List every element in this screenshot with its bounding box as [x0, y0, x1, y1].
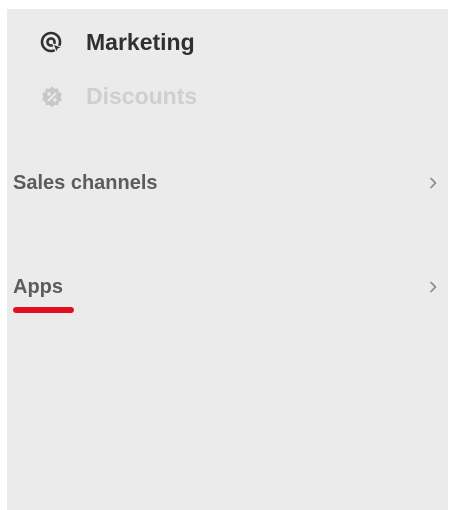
sidebar-item-discounts[interactable]: Discounts [40, 83, 197, 110]
sidebar-item-label: Discounts [86, 83, 198, 109]
marketing-target-icon [40, 31, 64, 55]
chevron-right-icon [425, 279, 441, 295]
apps-highlight-underline [13, 307, 74, 313]
sidebar-panel: Marketing Discounts Sales channels Apps [7, 9, 448, 510]
sidebar-item-marketing[interactable]: Marketing [40, 29, 195, 56]
discount-badge-icon [40, 85, 64, 109]
apps-section[interactable]: Apps [13, 270, 441, 304]
sidebar-item-label: Marketing [86, 29, 195, 55]
sales-channels-section[interactable]: Sales channels [13, 166, 441, 200]
chevron-right-icon [425, 175, 441, 191]
sales-channels-label: Sales channels [13, 171, 158, 194]
apps-label: Apps [13, 275, 63, 298]
